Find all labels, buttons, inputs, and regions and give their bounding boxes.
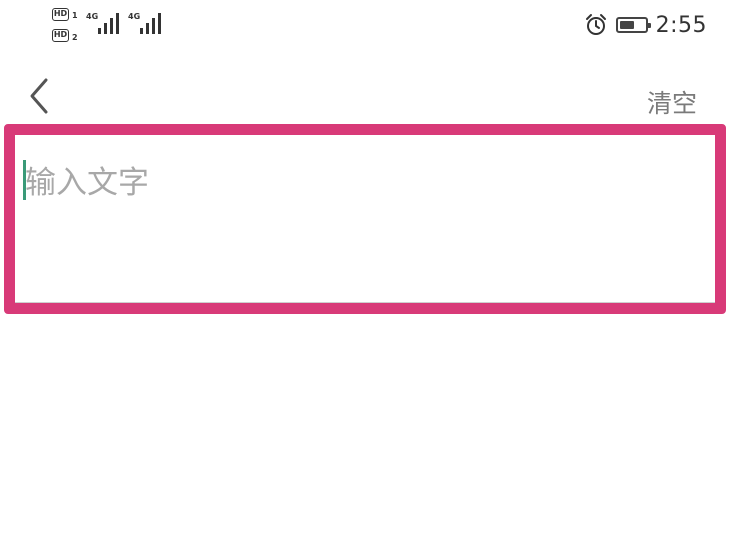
status-right-group: 2:55 [584, 10, 707, 40]
signal-sim1: 4G [86, 12, 126, 36]
battery-fill [619, 21, 634, 29]
hd-voice-badge-sim1: HD [52, 8, 69, 21]
signal-bars-icon [94, 12, 124, 34]
back-button[interactable] [20, 74, 60, 118]
nav-bar: 清空 [0, 60, 731, 130]
sim1-number: 1 [72, 11, 78, 20]
signal-bars-icon [136, 12, 166, 34]
text-input-field[interactable] [15, 135, 715, 303]
alarm-clock-icon [585, 14, 606, 35]
status-time: 2:55 [655, 12, 707, 38]
clear-button[interactable]: 清空 [647, 84, 697, 120]
text-cursor [23, 160, 26, 200]
status-bar: HD 1 HD 2 4G 4G 2:55 [0, 0, 731, 50]
sim2-number: 2 [72, 33, 78, 42]
battery-icon [615, 17, 651, 33]
input-divider [15, 302, 715, 303]
text-input-highlight [4, 124, 726, 314]
chevron-left-icon [30, 78, 48, 114]
hd-voice-badge-sim2: HD [52, 29, 69, 42]
signal-sim2: 4G [128, 12, 168, 36]
